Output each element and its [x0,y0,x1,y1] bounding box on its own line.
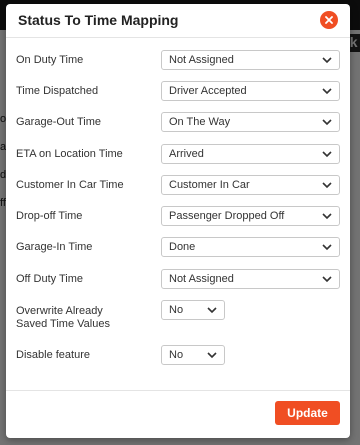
overwrite-select[interactable]: No [161,300,225,320]
status-time-mapping-modal: Status To Time Mapping On Duty Time Not … [6,4,350,438]
modal-header: Status To Time Mapping [6,4,350,38]
select-value: Done [169,241,196,253]
eta-on-location-time-select[interactable]: Arrived [161,144,340,164]
chevron-down-icon [207,352,217,359]
chevron-down-icon [322,57,332,64]
on-duty-time-select[interactable]: Not Assigned [161,50,340,70]
select-value: On The Way [169,116,231,128]
off-duty-time-select[interactable]: Not Assigned [161,269,340,289]
garage-in-time-select[interactable]: Done [161,237,340,257]
overwrite-label: Overwrite Already Saved Time Values [16,305,110,330]
select-value: Driver Accepted [169,85,247,97]
update-button[interactable]: Update [275,401,340,425]
select-value: Customer In Car [169,179,250,191]
disable-feature-label: Disable feature [16,349,90,361]
select-value: Not Assigned [169,273,234,285]
customer-in-car-time-select[interactable]: Customer In Car [161,175,340,195]
customer-in-car-time-label: Customer In Car Time [16,179,124,191]
garage-out-time-select[interactable]: On The Way [161,112,340,132]
eta-on-location-time-label: ETA on Location Time [16,148,123,160]
chevron-down-icon [207,307,217,314]
chevron-down-icon [322,213,332,220]
select-value: Not Assigned [169,54,234,66]
select-value: Arrived [169,148,204,160]
disable-feature-select[interactable]: No [161,345,225,365]
time-dispatched-label: Time Dispatched [16,85,99,97]
drop-off-time-label: Drop-off Time [16,210,83,222]
chevron-down-icon [322,182,332,189]
chevron-down-icon [322,244,332,251]
close-icon [325,16,333,24]
chevron-down-icon [322,151,332,158]
on-duty-time-label: On Duty Time [16,54,84,66]
chevron-down-icon [322,88,332,95]
chevron-down-icon [322,119,332,126]
garage-out-time-label: Garage-Out Time [16,116,101,128]
drop-off-time-select[interactable]: Passenger Dropped Off [161,206,340,226]
select-value: No [169,304,184,316]
select-value: Passenger Dropped Off [169,210,285,222]
close-button[interactable] [320,11,338,29]
chevron-down-icon [322,276,332,283]
modal-footer: Update [6,390,350,438]
modal-title: Status To Time Mapping [18,12,179,28]
time-dispatched-select[interactable]: Driver Accepted [161,81,340,101]
garage-in-time-label: Garage-In Time [16,241,93,253]
select-value: No [169,349,184,361]
off-duty-time-label: Off Duty Time [16,273,84,285]
